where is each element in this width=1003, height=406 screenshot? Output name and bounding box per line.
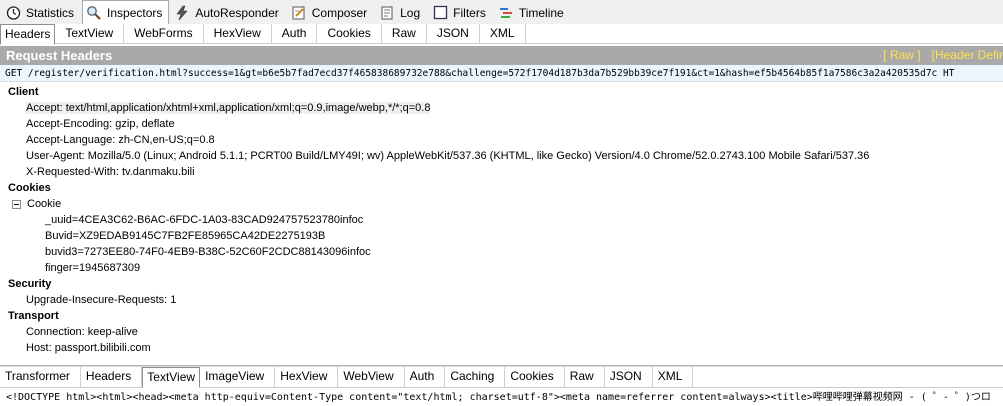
group-transport[interactable]: Transport xyxy=(0,308,1003,324)
tab-log-label: Log xyxy=(400,5,421,20)
request-tab-headers[interactable]: Headers xyxy=(0,24,56,45)
tab-filters[interactable]: Filters xyxy=(428,1,493,24)
response-tab-raw[interactable]: Raw xyxy=(565,367,605,387)
response-tab-json[interactable]: JSON xyxy=(605,367,653,387)
tab-composer[interactable]: Composer xyxy=(287,1,374,24)
tab-statistics[interactable]: Statistics xyxy=(1,1,81,24)
tab-filters-label: Filters xyxy=(453,5,486,20)
response-tab-webview[interactable]: WebView xyxy=(338,367,405,387)
raw-link[interactable]: [ Raw ] xyxy=(883,48,920,62)
request-tab-textview[interactable]: TextView xyxy=(55,24,125,44)
request-tab-hexview[interactable]: HexView xyxy=(204,24,272,44)
top-tab-strip: Statistics Inspectors AutoResponder Comp… xyxy=(0,0,1003,25)
header-accept[interactable]: Accept: text/html,application/xhtml+xml,… xyxy=(0,100,1003,116)
pencil-document-icon xyxy=(291,5,307,21)
tab-inspectors[interactable]: Inspectors xyxy=(82,0,170,25)
response-inspector-tabs: Transformer Headers TextView ImageView H… xyxy=(0,367,1003,388)
tab-timeline[interactable]: Timeline xyxy=(494,1,571,24)
header-upgrade-insecure-requests[interactable]: Upgrade-Insecure-Requests: 1 xyxy=(0,292,1003,308)
tab-composer-label: Composer xyxy=(311,5,368,20)
group-security[interactable]: Security xyxy=(0,276,1003,292)
cookie-node[interactable]: Cookie xyxy=(0,196,1003,212)
group-cookies[interactable]: Cookies xyxy=(0,180,1003,196)
response-tab-cookies[interactable]: Cookies xyxy=(505,367,565,387)
response-tab-auth[interactable]: Auth xyxy=(405,367,446,387)
cookie-uuid[interactable]: _uuid=4CEA3C62-B6AC-6FDC-1A03-83CAD92475… xyxy=(0,212,1003,228)
log-document-icon xyxy=(379,5,395,21)
request-tab-webforms[interactable]: WebForms xyxy=(124,24,204,44)
response-text-body[interactable]: <!DOCTYPE html><html><head><meta http-eq… xyxy=(0,389,1003,406)
request-headers-title: Request Headers xyxy=(6,48,113,63)
header-links: [ Raw ] [Header Defir xyxy=(872,46,1003,65)
request-tab-xml[interactable]: XML xyxy=(480,24,526,44)
lightning-icon xyxy=(174,5,190,21)
collapse-toggle-icon[interactable] xyxy=(12,199,21,209)
tab-timeline-label: Timeline xyxy=(518,5,564,20)
response-tab-textview[interactable]: TextView xyxy=(142,367,201,388)
timeline-icon xyxy=(498,5,514,21)
request-line: GET /register/verification.html?success=… xyxy=(0,65,1003,82)
group-client[interactable]: Client xyxy=(0,84,1003,100)
request-inspector-tabs: Headers TextView WebForms HexView Auth C… xyxy=(0,24,1003,45)
tab-statistics-label: Statistics xyxy=(26,5,75,20)
header-x-requested-with[interactable]: X-Requested-With: tv.danmaku.bili xyxy=(0,164,1003,180)
header-user-agent[interactable]: User-Agent: Mozilla/5.0 (Linux; Android … xyxy=(0,148,1003,164)
request-tab-raw[interactable]: Raw xyxy=(382,24,427,44)
tab-autoresponder-label: AutoResponder xyxy=(195,5,279,20)
request-tab-auth[interactable]: Auth xyxy=(272,24,318,44)
stopwatch-icon xyxy=(5,5,21,21)
tab-autoresponder[interactable]: AutoResponder xyxy=(170,1,285,24)
cookie-finger[interactable]: finger=1945687309 xyxy=(0,260,1003,276)
checkbox-icon xyxy=(432,5,448,21)
header-definitions-link[interactable]: [Header Defir xyxy=(932,48,1003,62)
response-tab-transformer[interactable]: Transformer xyxy=(0,367,81,387)
response-tab-headers[interactable]: Headers xyxy=(81,367,143,387)
header-accept-language[interactable]: Accept-Language: zh-CN,en-US;q=0.8 xyxy=(0,132,1003,148)
tab-log[interactable]: Log xyxy=(375,1,427,24)
magnifier-icon xyxy=(86,5,102,21)
cookie-node-label: Cookie xyxy=(27,198,62,210)
response-tab-caching[interactable]: Caching xyxy=(445,367,506,387)
tab-inspectors-label: Inspectors xyxy=(107,5,163,20)
cookie-buvid3[interactable]: buvid3=7273EE80-74F0-4EB9-B38C-52C60F2CD… xyxy=(0,244,1003,260)
response-tab-imageview[interactable]: ImageView xyxy=(200,367,276,387)
header-accept-text: Accept: text/html,application/xhtml+xml,… xyxy=(26,102,431,114)
header-connection[interactable]: Connection: keep-alive xyxy=(0,324,1003,340)
request-headers-bar: Request Headers [ Raw ] [Header Defir xyxy=(0,46,1003,65)
request-tab-json[interactable]: JSON xyxy=(427,24,480,44)
header-host[interactable]: Host: passport.bilibili.com xyxy=(0,340,1003,356)
cookie-buvid[interactable]: Buvid=XZ9EDAB9145C7FB2FE85965CA42DE22751… xyxy=(0,228,1003,244)
response-tab-hexview[interactable]: HexView xyxy=(275,367,339,387)
response-tab-xml[interactable]: XML xyxy=(653,367,694,387)
request-tab-cookies[interactable]: Cookies xyxy=(317,24,382,44)
headers-tree[interactable]: Client Accept: text/html,application/xht… xyxy=(0,83,1003,365)
header-accept-encoding[interactable]: Accept-Encoding: gzip, deflate xyxy=(0,116,1003,132)
